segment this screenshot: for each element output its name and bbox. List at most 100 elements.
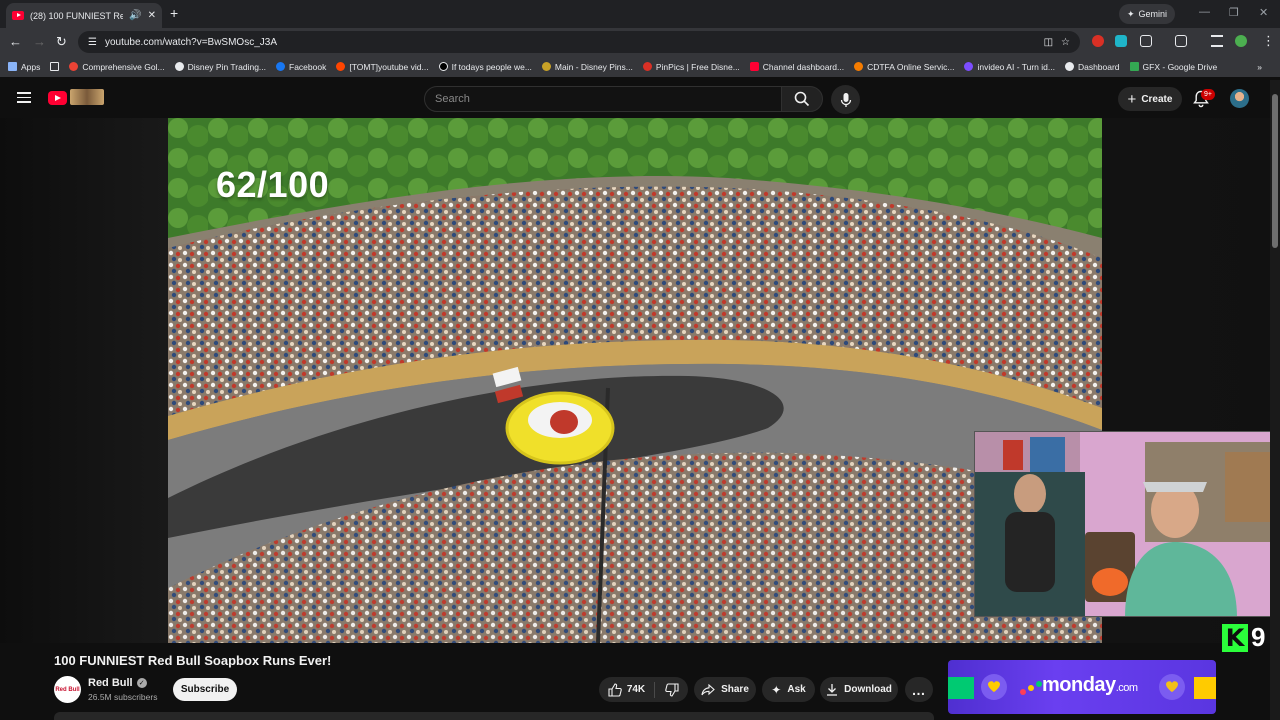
bookmark-item[interactable]: Disney Pin Trading... — [174, 62, 266, 72]
search-input[interactable]: Search — [424, 86, 782, 112]
channel-avatar[interactable]: Red Bull — [54, 676, 81, 703]
address-bar[interactable]: ☰ youtube.com/watch?v=BwSMOsc_J3A ◫ ☆ — [78, 31, 1080, 53]
youtube-favicon-icon — [12, 11, 24, 20]
description-box[interactable] — [54, 712, 934, 720]
sparkle-icon: ✦ — [771, 682, 782, 697]
ad-brand-suffix: .com — [1115, 682, 1138, 694]
video-title: 100 FUNNIEST Red Bull Soapbox Runs Ever! — [54, 653, 332, 668]
speaker-icon[interactable]: 🔊 — [129, 10, 141, 21]
window-close-icon[interactable]: ✕ — [1259, 6, 1268, 19]
scrollbar-thumb[interactable] — [1272, 94, 1278, 248]
more-bookmarks-icon[interactable]: » — [1257, 62, 1262, 72]
restore-icon[interactable]: ❐ — [1229, 6, 1239, 19]
new-tab-button[interactable]: + — [170, 5, 178, 21]
invideo-icon — [964, 62, 974, 71]
bookmark-item[interactable]: Main - Disney Pins... — [541, 62, 633, 72]
bookmark-favicon-icon — [69, 62, 79, 71]
youtube-studio-icon — [749, 62, 759, 71]
share-icon — [701, 683, 715, 695]
media-control-icon[interactable] — [1211, 35, 1223, 47]
like-button[interactable]: 74K — [608, 681, 656, 698]
bookmark-item[interactable]: CDTFA Online Servic... — [854, 62, 954, 72]
video-overlay-counter: 62/100 — [216, 164, 330, 205]
more-horizontal-icon: … — [911, 681, 927, 698]
browser-toolbar: ← → ↻ ☰ youtube.com/watch?v=BwSMOsc_J3A … — [0, 28, 1280, 56]
share-label: Share — [721, 684, 749, 695]
site-info-icon[interactable]: ☰ — [88, 37, 97, 48]
tab-search-icon[interactable] — [1175, 35, 1187, 47]
minimize-icon[interactable]: — — [1199, 6, 1210, 18]
reload-icon[interactable]: ↻ — [56, 34, 67, 50]
reddit-icon — [336, 62, 346, 71]
dashboard-icon — [1064, 62, 1074, 71]
dislike-button[interactable] — [661, 682, 679, 697]
search-icon — [794, 91, 810, 107]
chrome-menu-icon[interactable]: ⋮ — [1262, 33, 1275, 49]
account-avatar[interactable] — [1230, 89, 1249, 108]
menu-icon[interactable] — [17, 92, 31, 103]
download-button[interactable]: Download — [820, 677, 898, 702]
tab-close-icon[interactable]: ✕ — [148, 10, 156, 21]
extension-teal-icon[interactable] — [1115, 35, 1127, 47]
gemini-button[interactable]: ✦ Gemini — [1119, 4, 1175, 24]
forward-icon[interactable]: → — [33, 34, 46, 49]
bookmark-item[interactable]: Facebook — [276, 62, 326, 72]
grid-icon — [50, 62, 60, 71]
bookmark-item[interactable]: [TOMT]youtube vid... — [336, 62, 429, 72]
google-drive-icon — [1129, 62, 1139, 71]
youtube-doodle[interactable] — [70, 89, 104, 105]
bookmark-item[interactable]: Comprehensive Gol... — [69, 62, 165, 72]
verified-check-icon: ✓ — [136, 678, 147, 688]
channel-avatar-logo: Red Bull — [55, 686, 80, 693]
plus-icon: + — [1127, 90, 1137, 108]
streamer-webcam-overlay — [974, 431, 1280, 617]
pinpics-icon — [642, 62, 652, 71]
bookmark-item[interactable]: PinPics | Free Disne... — [642, 62, 740, 72]
badge-number: 9 — [1251, 622, 1266, 652]
youtube-header: Search + Create — [0, 80, 1270, 118]
bookmark-item[interactable]: Channel dashboard... — [749, 62, 844, 72]
search-placeholder: Search — [435, 93, 470, 105]
thumbs-down-icon — [665, 682, 679, 697]
search-button[interactable] — [781, 86, 823, 112]
bookmark-grid[interactable] — [50, 62, 60, 71]
subscribe-button[interactable]: Subscribe — [173, 678, 237, 701]
ask-button[interactable]: ✦ Ask — [762, 677, 815, 702]
bookmark-star-icon[interactable]: ☆ — [1061, 37, 1070, 48]
bookmark-apps[interactable]: Apps — [8, 62, 40, 72]
bookmark-item[interactable]: Dashboard — [1064, 62, 1120, 72]
share-button[interactable]: Share — [694, 677, 756, 702]
bookmark-item[interactable]: GFX - Google Drive — [1129, 62, 1217, 72]
back-icon[interactable]: ← — [9, 34, 22, 49]
gemini-sparkle-icon: ✦ — [1126, 8, 1135, 19]
browser-tab[interactable]: (28) 100 FUNNIEST Red Bull 🔊 ✕ — [6, 3, 162, 28]
tab-title: (28) 100 FUNNIEST Red Bull — [30, 10, 124, 21]
bookmark-favicon-icon — [854, 62, 864, 71]
youtube-logo[interactable] — [48, 91, 67, 105]
voice-search-button[interactable] — [831, 85, 860, 114]
extension-red-icon[interactable] — [1092, 35, 1104, 47]
browser-tab-strip: (28) 100 FUNNIEST Red Bull 🔊 ✕ + ✦ Gemin… — [0, 0, 1280, 28]
channel-name-link[interactable]: Red Bull ✓ — [88, 677, 147, 689]
channel-name: Red Bull — [88, 677, 133, 689]
extensions-puzzle-icon[interactable] — [1140, 35, 1152, 47]
install-app-icon[interactable]: ◫ — [1044, 37, 1053, 48]
create-button[interactable]: + Create — [1118, 87, 1182, 111]
ask-label: Ask — [787, 684, 806, 695]
create-label: Create — [1141, 93, 1173, 105]
gemini-label: Gemini — [1138, 9, 1168, 19]
bookmarks-bar: Apps Comprehensive Gol... Disney Pin Tra… — [0, 56, 1280, 77]
tiktok-icon — [438, 62, 448, 71]
profile-icon[interactable] — [1235, 35, 1247, 47]
ad-banner[interactable]: monday.com — [948, 660, 1216, 714]
like-count: 74K — [626, 684, 646, 695]
ad-brand-text: monday.com — [1042, 674, 1138, 697]
more-actions-button[interactable]: … — [905, 677, 933, 702]
bookmark-item[interactable]: If todays people we... — [438, 62, 532, 72]
microphone-icon — [840, 92, 851, 107]
bookmark-item[interactable]: invideo AI - Turn id... — [964, 62, 1055, 72]
apps-grid-icon — [8, 62, 17, 71]
kick-logo: K — [1222, 623, 1248, 652]
page-scrollbar[interactable] — [1270, 80, 1280, 720]
webcam-scene — [975, 432, 1279, 616]
